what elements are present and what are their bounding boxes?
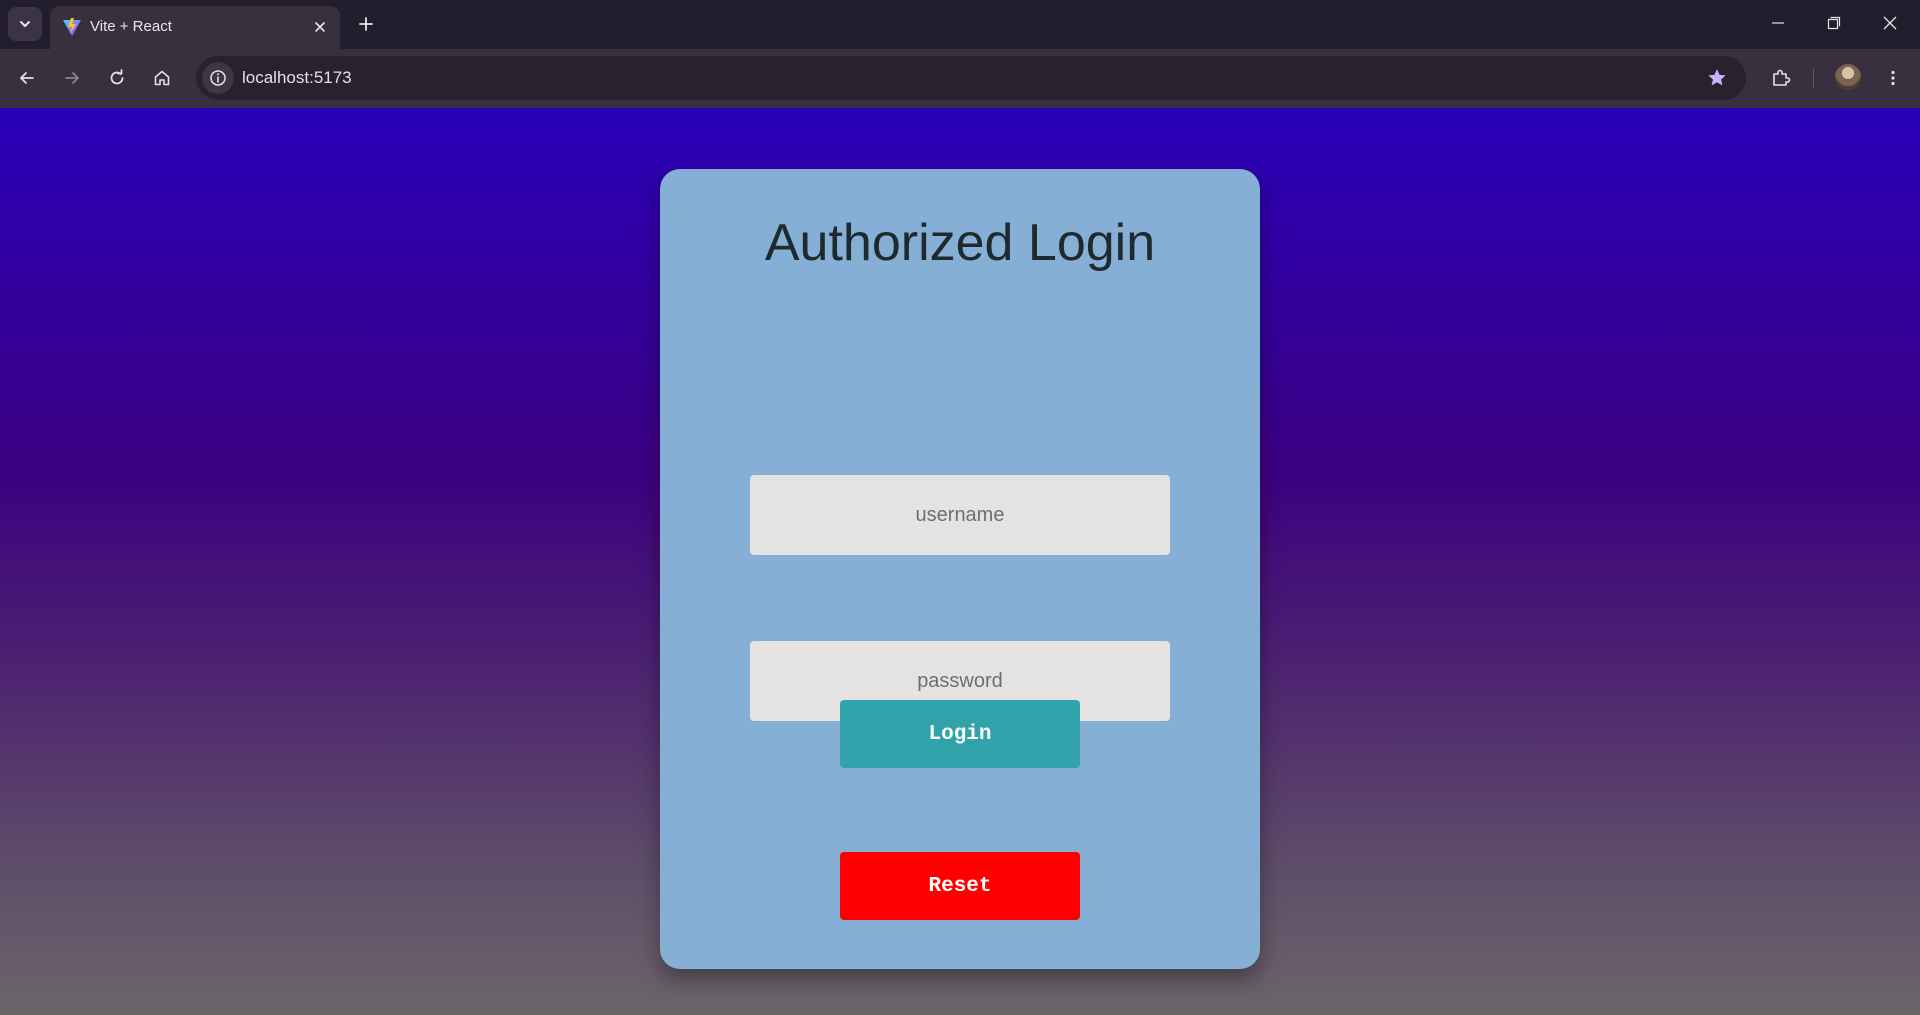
forward-button[interactable]: [55, 61, 89, 95]
browser-toolbar: localhost:5173: [0, 49, 1920, 108]
url-text[interactable]: localhost:5173: [242, 68, 352, 88]
close-window-button[interactable]: [1862, 0, 1918, 46]
avatar[interactable]: [1835, 64, 1861, 90]
toolbar-divider: [1813, 69, 1814, 89]
arrow-left-icon: [20, 72, 34, 84]
info-icon: [210, 70, 226, 86]
close-tab-button[interactable]: [308, 15, 332, 39]
minimize-button[interactable]: [1750, 0, 1806, 46]
extensions-button[interactable]: [1764, 61, 1798, 95]
chevron-down-icon: [20, 21, 30, 27]
minimize-icon: [1772, 22, 1784, 24]
vite-logo-icon: [63, 18, 81, 36]
kebab-menu-icon: [1891, 70, 1895, 86]
username-input[interactable]: [750, 475, 1170, 555]
browser-menu-button[interactable]: [1876, 61, 1910, 95]
close-icon: [315, 22, 325, 32]
arrow-right-icon: [65, 72, 79, 84]
login-button[interactable]: Login: [840, 700, 1080, 768]
restore-icon: [1827, 16, 1841, 30]
reload-button[interactable]: [100, 61, 134, 95]
puzzle-icon: [1773, 69, 1791, 86]
page-title: Authorized Login: [764, 214, 1156, 272]
close-icon: [1883, 16, 1897, 30]
new-tab-button[interactable]: [350, 8, 382, 40]
reset-button[interactable]: Reset: [840, 852, 1080, 920]
page-viewport: Authorized Login Login Reset: [0, 108, 1920, 1015]
tab-strip: Vite + React: [0, 0, 1920, 49]
back-button[interactable]: [10, 61, 44, 95]
tab-title: Vite + React: [90, 18, 172, 35]
browser-tab-active[interactable]: Vite + React: [50, 6, 340, 49]
address-bar[interactable]: localhost:5173: [196, 56, 1746, 100]
home-icon: [154, 70, 170, 86]
site-info-button[interactable]: [202, 62, 234, 94]
reload-icon: [110, 69, 124, 85]
plus-icon: [359, 17, 373, 31]
home-button[interactable]: [145, 61, 179, 95]
login-card: Authorized Login Login Reset: [660, 169, 1260, 969]
star-icon: [1708, 69, 1726, 86]
restore-button[interactable]: [1806, 0, 1862, 46]
bookmark-button[interactable]: [1704, 65, 1730, 91]
tab-search-button[interactable]: [8, 7, 42, 41]
